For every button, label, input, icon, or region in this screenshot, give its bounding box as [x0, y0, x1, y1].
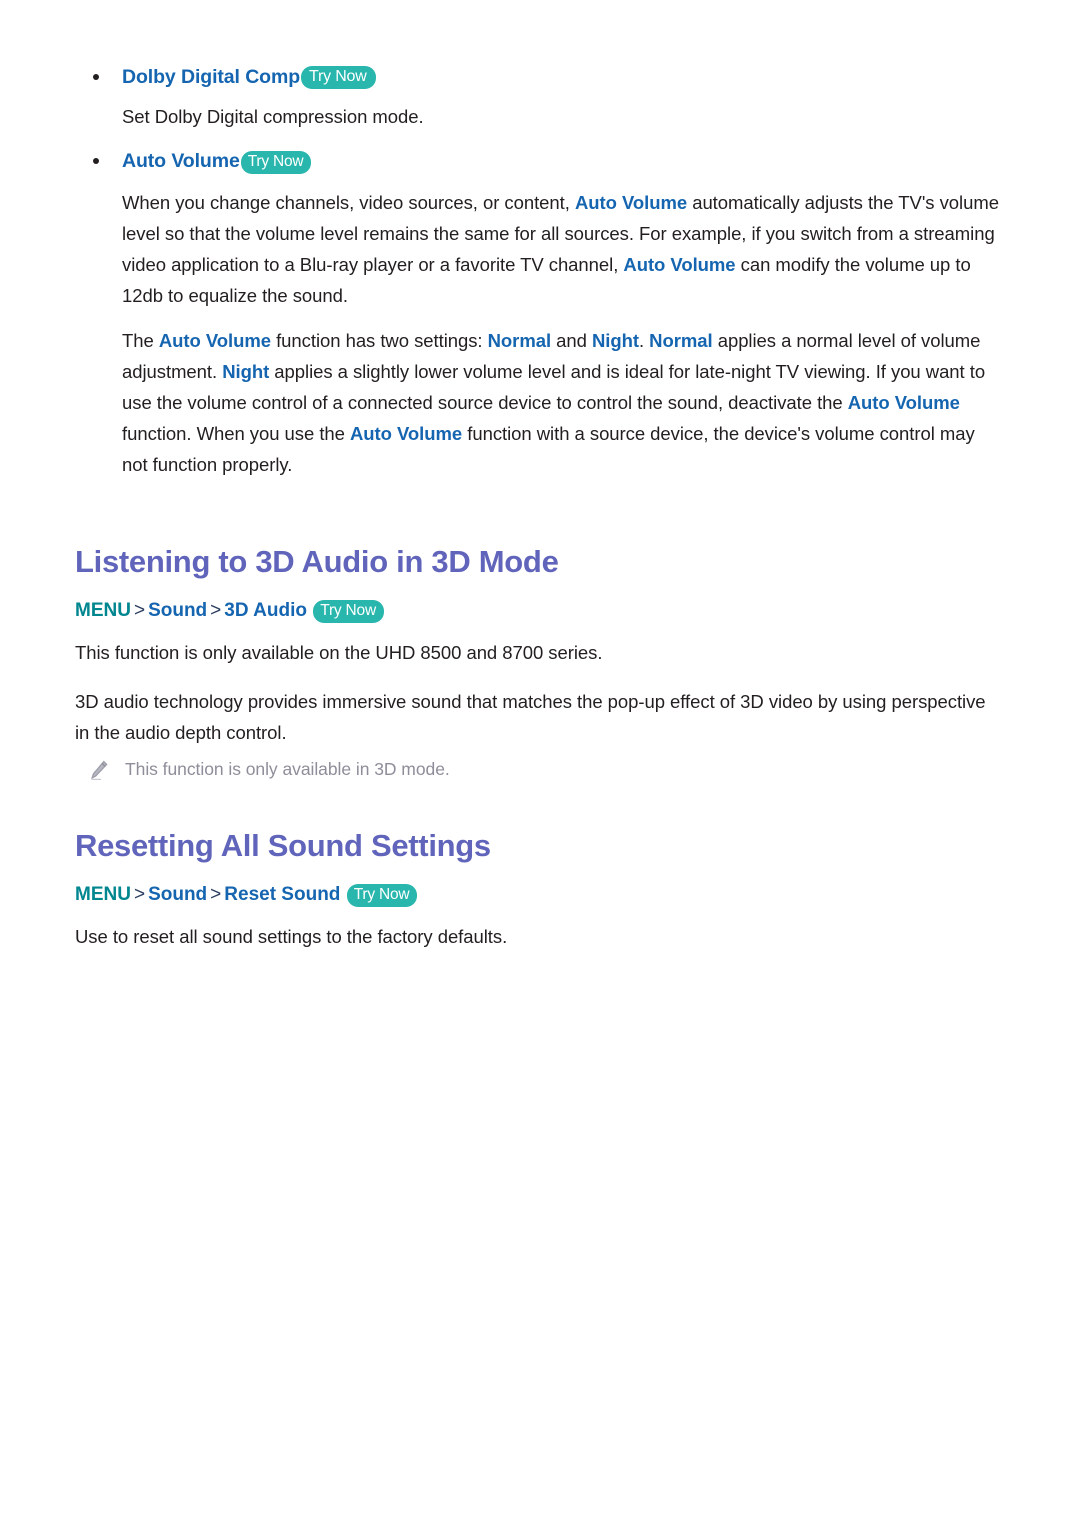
text-segment: function. When you use the — [122, 423, 350, 444]
section-paragraph-availability: This function is only available on the U… — [75, 642, 603, 663]
try-now-badge[interactable]: Try Now — [240, 151, 312, 174]
option-label-dolby-digital-comp: Dolby Digital Comp — [122, 66, 301, 88]
sound-options-list: Dolby Digital Comp Try Now Set Dolby Digi… — [75, 62, 1002, 176]
chevron-right-icon: > — [210, 600, 222, 621]
document-content: Dolby Digital Comp Try Now Set Dolby Digi… — [0, 0, 1080, 952]
option-title-row: Dolby Digital Comp Try Now — [122, 62, 1002, 92]
section-heading-3d-audio: Listening to 3D Audio in 3D Mode — [75, 544, 559, 579]
auto-volume-paragraph-2: The Auto Volume function has two setting… — [75, 325, 1002, 480]
section-paragraph-reset-sound: Use to reset all sound settings to the f… — [75, 926, 508, 947]
text-segment: The — [122, 330, 159, 351]
inline-link-auto-volume[interactable]: Auto Volume — [575, 192, 687, 213]
try-now-badge[interactable]: Try Now — [313, 600, 384, 623]
menu-node-3d-audio[interactable]: 3D Audio — [224, 600, 307, 621]
note-text: This function is only available in 3D mo… — [125, 759, 450, 779]
inline-link-auto-volume[interactable]: Auto Volume — [623, 254, 735, 275]
pencil-icon — [89, 760, 109, 782]
bullet-dot-icon — [93, 158, 99, 164]
text-segment: When you change channels, video sources,… — [122, 192, 575, 213]
inline-link-auto-volume[interactable]: Auto Volume — [350, 423, 462, 444]
section-paragraph-3d-audio-description: 3D audio technology provides immersive s… — [75, 691, 986, 743]
menu-path-reset-sound: MENU > Sound > Reset Sound Try Now — [75, 880, 1002, 910]
inline-link-normal[interactable]: Normal — [649, 330, 713, 351]
bullet-dot-icon — [93, 74, 99, 80]
try-now-badge[interactable]: Try Now — [346, 884, 418, 907]
chevron-right-icon: > — [210, 884, 222, 905]
menu-node-sound[interactable]: Sound — [148, 600, 207, 621]
menu-path-3d-audio: MENU > Sound >3D Audio Try Now — [75, 596, 1002, 626]
menu-root-label[interactable]: MENU — [75, 600, 131, 621]
option-description-dolby: Set Dolby Digital compression mode. — [122, 106, 424, 127]
try-now-badge[interactable]: Try Now — [301, 66, 376, 89]
menu-root-label[interactable]: MENU — [75, 884, 131, 905]
text-segment: function has two settings: — [271, 330, 488, 351]
menu-node-sound[interactable]: Sound — [148, 884, 207, 905]
text-segment: . — [638, 330, 650, 351]
inline-link-normal[interactable]: Normal — [488, 330, 552, 351]
inline-link-night[interactable]: Night — [222, 361, 269, 382]
option-title-row: Auto Volume Try Now — [122, 146, 1002, 176]
text-segment: and — [551, 330, 592, 351]
section-heading-reset-sound: Resetting All Sound Settings — [75, 828, 491, 863]
list-item-auto-volume: Auto Volume Try Now — [75, 146, 1002, 176]
chevron-right-icon: > — [133, 600, 146, 621]
document-page: Dolby Digital Comp Try Now Set Dolby Digi… — [0, 0, 1080, 1527]
option-label-auto-volume: Auto Volume — [122, 150, 240, 172]
chevron-right-icon: > — [133, 884, 146, 905]
inline-link-auto-volume[interactable]: Auto Volume — [159, 330, 271, 351]
list-item-description-dolby: Set Dolby Digital compression mode. — [75, 101, 1002, 132]
auto-volume-paragraph-1: When you change channels, video sources,… — [75, 187, 1002, 311]
menu-node-reset-sound[interactable]: Reset Sound — [224, 884, 340, 905]
inline-link-auto-volume[interactable]: Auto Volume — [848, 392, 960, 413]
note-3d-mode: This function is only available in 3D mo… — [75, 756, 1002, 782]
inline-link-night[interactable]: Night — [592, 330, 639, 351]
list-item-dolby-digital-comp: Dolby Digital Comp Try Now — [75, 62, 1002, 92]
